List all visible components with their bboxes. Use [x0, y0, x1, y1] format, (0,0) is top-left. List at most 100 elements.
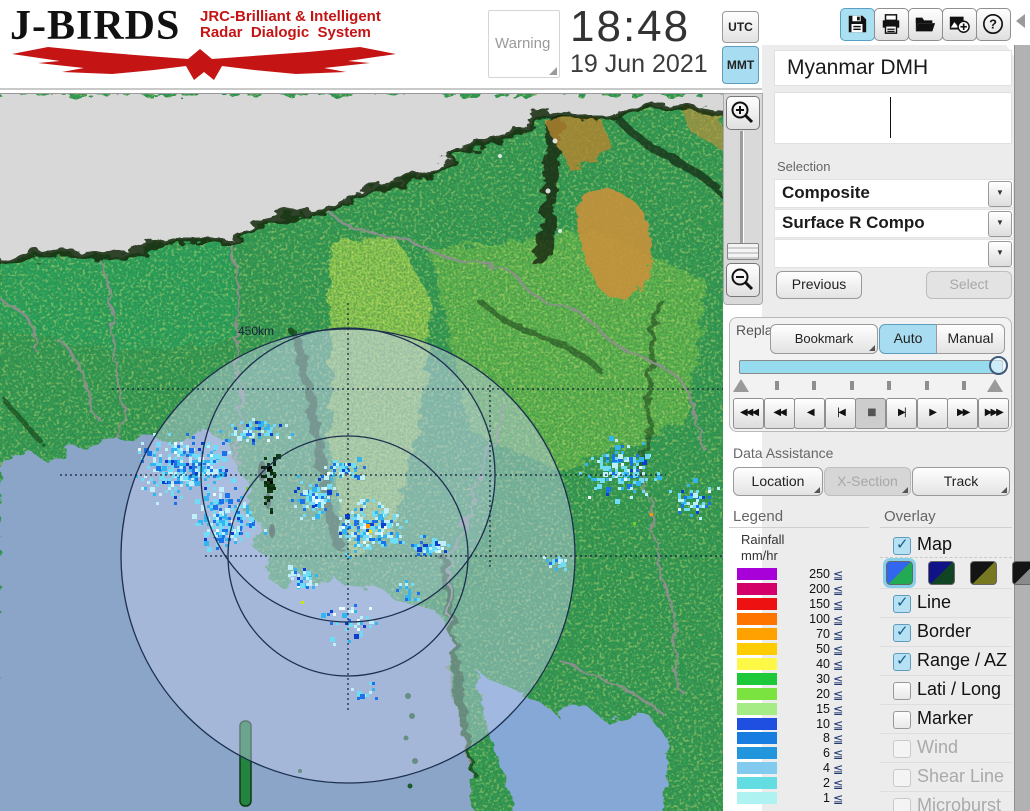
legend-sublabel-rainfall: Rainfall — [741, 532, 784, 547]
slider-tick — [925, 381, 929, 390]
rewind-fast-button[interactable]: ◀◀◀ — [733, 398, 764, 429]
forward-button[interactable]: ▶▶ — [947, 398, 978, 429]
overlay-item-border: Border — [880, 617, 1012, 647]
play-button[interactable]: ▶ — [917, 398, 948, 429]
chevron-down-icon: ▼ — [996, 248, 1004, 257]
slider-end-marker[interactable] — [987, 379, 1003, 392]
legend-color-swatch — [737, 688, 777, 700]
legend-color-swatch — [737, 673, 777, 685]
x-section-button[interactable]: X-Section — [824, 467, 911, 496]
replay-slider-handle[interactable] — [989, 356, 1008, 375]
rewind-button[interactable]: ◀◀ — [764, 398, 795, 429]
add-image-button[interactable] — [942, 8, 977, 41]
legend-value: 50 — [773, 642, 830, 656]
station-name: Myanmar DMH — [787, 56, 928, 80]
open-folder-icon — [914, 13, 936, 35]
map-style-swatch-4[interactable] — [1012, 561, 1030, 585]
replay-auto-button[interactable]: Auto — [879, 324, 937, 354]
combo-product-value: Surface R Compo — [782, 213, 925, 233]
timezone-mmt-button[interactable]: MMT — [722, 46, 759, 84]
bookmark-button[interactable]: Bookmark — [770, 324, 878, 354]
help-button[interactable]: ? — [976, 8, 1011, 41]
checkbox-map[interactable] — [893, 537, 911, 555]
map-style-swatch-3[interactable] — [970, 561, 997, 585]
legend-value: 8 — [773, 731, 830, 745]
legend-lte-symbol: ≦ — [833, 627, 843, 642]
station-name-field[interactable]: Myanmar DMH — [774, 50, 1012, 86]
overlay-section-label: Overlay — [884, 508, 936, 525]
legend-row: 40≦ — [733, 658, 853, 671]
step-first-button[interactable]: |◀ — [825, 398, 856, 429]
range-ring-label: 450km — [238, 324, 274, 338]
combo-option[interactable] — [774, 239, 1014, 268]
track-label: Track — [944, 473, 978, 489]
panel-collapse-arrow-icon[interactable] — [1016, 14, 1025, 28]
previous-button[interactable]: Previous — [776, 271, 862, 299]
save-icon — [846, 13, 868, 35]
save-button[interactable] — [840, 8, 875, 41]
help-icon: ? — [982, 13, 1004, 35]
slider-tick — [775, 381, 779, 390]
combo-category-arrow[interactable]: ▼ — [988, 181, 1012, 207]
legend-value: 2 — [773, 776, 830, 790]
open-file-button[interactable] — [908, 8, 943, 41]
combo-product[interactable]: Surface R Compo — [774, 209, 1014, 238]
combo-option-arrow[interactable]: ▼ — [988, 241, 1012, 267]
forward-fast-button[interactable]: ▶▶▶ — [978, 398, 1009, 429]
select-button[interactable]: Select — [926, 271, 1012, 299]
overlay-label: Marker — [917, 708, 973, 729]
checkbox-border[interactable] — [893, 624, 911, 642]
checkbox-marker[interactable] — [893, 711, 911, 729]
bookmark-corner-grip — [869, 345, 875, 351]
overlay-label: Wind — [917, 737, 958, 758]
map-style-swatch-2[interactable] — [928, 561, 955, 585]
text-cursor — [890, 97, 891, 138]
legend-color-swatch — [737, 777, 777, 789]
legend-lte-symbol: ≦ — [833, 687, 843, 702]
radar-map[interactable]: 450km — [0, 93, 723, 811]
combo-category-value: Composite — [782, 183, 870, 203]
slider-start-marker[interactable] — [733, 379, 749, 392]
replay-time-slider[interactable] — [739, 360, 1003, 374]
legend-lte-symbol: ≦ — [833, 717, 843, 732]
replay-manual-button[interactable]: Manual — [936, 324, 1005, 354]
legend-row: 8≦ — [733, 732, 853, 745]
legend-value: 1 — [773, 791, 830, 805]
legend-value: 4 — [773, 761, 830, 775]
checkbox-range-az[interactable] — [893, 653, 911, 671]
print-button[interactable] — [874, 8, 909, 41]
legend-color-swatch — [737, 747, 777, 759]
message-field[interactable] — [774, 92, 1012, 144]
panel-edge-scrollbar[interactable] — [1014, 45, 1030, 811]
legend-row: 6≦ — [733, 747, 853, 760]
legend-lte-symbol: ≦ — [833, 582, 843, 597]
timezone-utc-button[interactable]: UTC — [722, 11, 759, 43]
slider-tick — [962, 381, 966, 390]
warning-button[interactable]: Warning — [488, 10, 560, 78]
combo-category[interactable]: Composite — [774, 179, 1014, 208]
legend-color-swatch — [737, 568, 777, 580]
legend-row: 2≦ — [733, 777, 853, 790]
legend-color-swatch — [737, 658, 777, 670]
location-button[interactable]: Location — [733, 467, 823, 496]
zoom-slider-handle[interactable] — [727, 243, 759, 260]
zoom-slider-groove[interactable] — [740, 131, 744, 253]
legend-color-swatch — [737, 643, 777, 655]
legend-row: 50≦ — [733, 643, 853, 656]
slider-tick — [850, 381, 854, 390]
combo-product-arrow[interactable]: ▼ — [988, 211, 1012, 237]
map-style-swatch-1[interactable] — [886, 561, 913, 585]
stop-button[interactable]: ■ — [855, 398, 886, 429]
play-reverse-button[interactable]: ◀ — [794, 398, 825, 429]
track-button[interactable]: Track — [912, 467, 1010, 496]
step-last-button[interactable]: ▶| — [886, 398, 917, 429]
zoom-in-button[interactable] — [726, 96, 760, 130]
overlay-item-lati-long: Lati / Long — [880, 675, 1012, 705]
checkbox-wind — [893, 740, 911, 758]
overlay-label: Shear Line — [917, 766, 1004, 787]
legend-color-swatch — [737, 703, 777, 715]
checkbox-lati-long[interactable] — [893, 682, 911, 700]
legend-value: 10 — [773, 717, 830, 731]
checkbox-line[interactable] — [893, 595, 911, 613]
zoom-out-button[interactable] — [726, 263, 760, 297]
